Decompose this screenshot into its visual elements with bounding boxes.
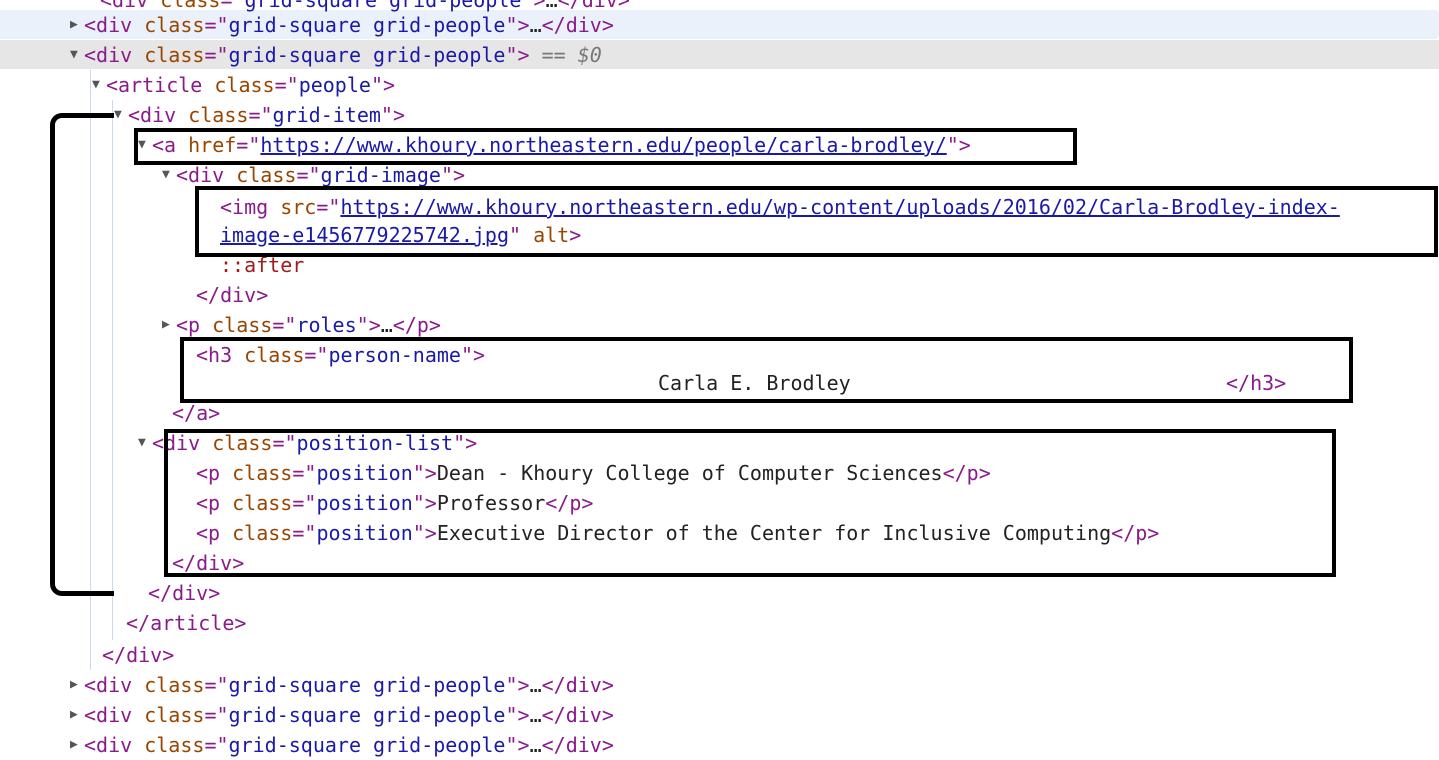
code-token-txt: … (529, 13, 542, 37)
code-token-tag: =" (274, 73, 299, 97)
expand-right-icon[interactable]: ▶ (70, 10, 84, 40)
code-token-attr: class (236, 163, 297, 187)
code-token-val: roles (296, 313, 357, 337)
code-token-sel0: == $0 (529, 43, 602, 67)
dom-node-line[interactable]: ▶ <div class="grid-square grid-people">…<… (70, 730, 614, 760)
code-token-txt: … (529, 703, 542, 727)
code-token-txt: … (380, 313, 393, 337)
code-token-attr: class (144, 733, 205, 757)
code-token-val: grid-item (272, 103, 381, 127)
expand-right-icon[interactable]: ▶ (70, 700, 84, 730)
code-token-attr: class (214, 73, 275, 97)
code-token-tag: "> (505, 13, 530, 37)
expand-down-icon[interactable]: ▼ (92, 70, 106, 100)
expand-down-icon[interactable]: ▼ (114, 100, 128, 130)
code-token-attr: class (144, 43, 205, 67)
code-token-val: grid-square grid-people (228, 43, 506, 67)
code-token-tag: "> (505, 673, 530, 697)
code-token-tag: =" (204, 13, 229, 37)
expand-down-icon[interactable]: ▼ (70, 40, 84, 70)
code-token-tag: "> (505, 733, 530, 757)
code-token-tag: =" (204, 733, 229, 757)
code-token-tag: <div (84, 673, 145, 697)
code-token-tag: </div> (541, 13, 614, 37)
code-token-tag: <article (106, 73, 215, 97)
code-token-tag: <div (176, 163, 237, 187)
code-token-tag: </div> (196, 283, 269, 307)
code-token-tag: </article> (126, 611, 247, 635)
dom-node-line[interactable]: </div> (148, 578, 220, 608)
annotation-box-link (134, 128, 1077, 165)
code-token-attr: class (212, 313, 273, 337)
dom-node-line[interactable]: </div> (196, 280, 268, 310)
code-token-tag: =" (204, 43, 229, 67)
code-token-tag: <div (84, 13, 145, 37)
code-token-val: grid-square grid-people (228, 733, 506, 757)
code-token-txt: … (529, 673, 542, 697)
code-token-val: grid-square grid-people (228, 703, 506, 727)
dom-node-line[interactable]: ▶ <div class="grid-square grid-people">…<… (70, 10, 614, 40)
code-token-tag: =" (272, 313, 297, 337)
code-token-tag: <div (84, 733, 145, 757)
code-token-tag: =" (204, 703, 229, 727)
code-token-tag: </div> (541, 673, 614, 697)
code-token-tag: "> (380, 103, 405, 127)
code-token-val: people (298, 73, 371, 97)
code-token-tag: </div> (541, 733, 614, 757)
code-token-attr: class (144, 673, 205, 697)
dom-node-line[interactable]: ▶ <div class="grid-square grid-people">…<… (70, 700, 614, 730)
code-token-tag: <div (84, 703, 145, 727)
code-token-tag: "> (370, 73, 396, 97)
expand-down-icon[interactable]: ▼ (138, 428, 152, 458)
code-token-attr: class (144, 13, 205, 37)
code-token-tag: =" (248, 103, 273, 127)
code-token-attr: class (144, 703, 205, 727)
dom-node-line[interactable]: ▶ <div class="grid-square grid-people">…<… (70, 670, 614, 700)
code-token-val: grid-image (320, 163, 441, 187)
annotation-box-name (180, 337, 1353, 403)
code-token-tag: </div> (102, 643, 175, 667)
dom-node-line[interactable]: ▼ <div class="grid-item"> (114, 100, 405, 130)
code-token-tag: <div (128, 103, 189, 127)
code-token-tag: </p> (392, 313, 441, 337)
code-token-tag: </div> (541, 703, 614, 727)
code-token-txt: … (529, 733, 542, 757)
code-token-val: grid-square grid-people (228, 673, 506, 697)
code-token-tag: "> (505, 43, 530, 67)
code-token-tag: "> (505, 703, 530, 727)
dom-node-line[interactable]: ▼ <div class="grid-square grid-people"> =… (70, 40, 602, 70)
code-token-attr: class (188, 103, 249, 127)
annotation-bracket-grid-item (50, 113, 114, 596)
code-token-tag: </div> (148, 581, 221, 605)
dom-node-line[interactable]: ▼ <article class="people"> (92, 70, 395, 100)
dom-node-line[interactable]: ▶ <p class="roles">…</p> (162, 310, 441, 340)
code-token-tag: "> (440, 163, 466, 187)
code-token-tag: =" (296, 163, 321, 187)
dom-node-line[interactable]: </article> (126, 608, 246, 638)
dom-node-line[interactable]: </div> (102, 640, 174, 670)
annotation-box-image (195, 186, 1438, 257)
code-token-val: grid-square grid-people (228, 13, 506, 37)
code-token-tag: <p (176, 313, 213, 337)
expand-right-icon[interactable]: ▶ (70, 670, 84, 700)
annotation-box-positions (164, 429, 1336, 577)
code-token-tag: <div (84, 43, 145, 67)
code-token-tag: </a> (172, 401, 221, 425)
code-token-tag: "> (356, 313, 381, 337)
expand-right-icon[interactable]: ▶ (162, 310, 176, 340)
code-token-tag: =" (204, 673, 229, 697)
expand-right-icon[interactable]: ▶ (70, 730, 84, 760)
